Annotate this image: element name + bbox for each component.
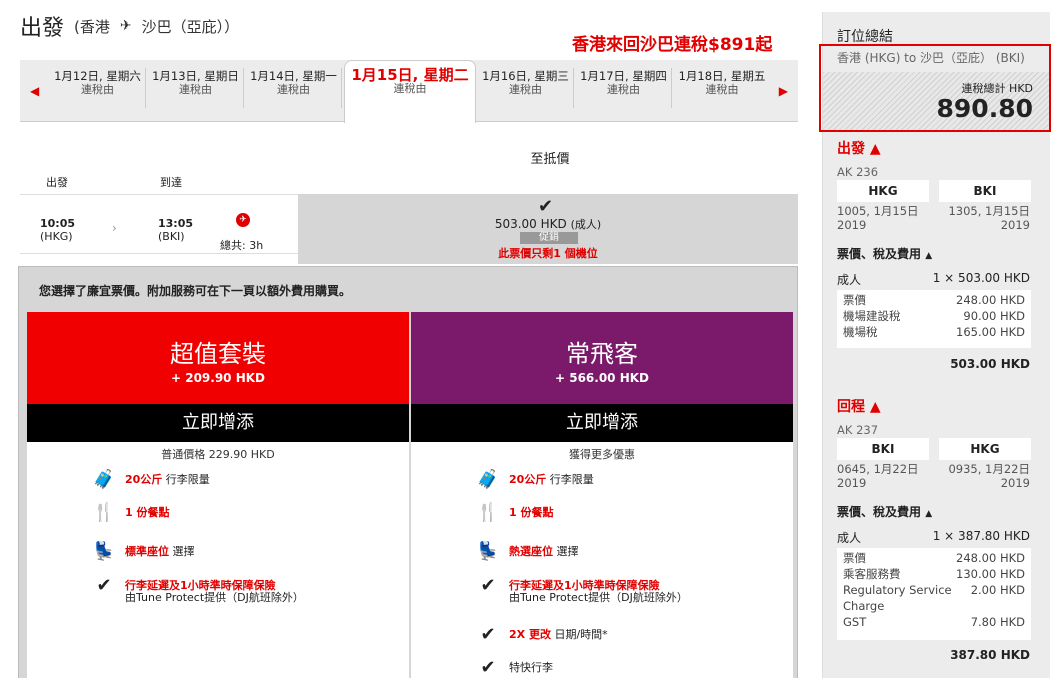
next-arrow-icon[interactable]: ▶: [779, 84, 788, 98]
outbound-fee-breakdown: 票價 248.00 HKD 機場建設稅 90.00 HKD 機場稅 165.00 HK…: [837, 290, 1031, 348]
upsell-note: 您選擇了廉宜票價。附加服務可在下一頁以額外費用購買。: [39, 284, 352, 298]
outbound-arrive: 1305, 1月15日 2019: [948, 204, 1030, 232]
return-arrive: 0935, 1月22日 2019: [948, 462, 1030, 490]
date-tab[interactable]: 1月18日, 星期五 連稅由: [674, 68, 770, 108]
frequent-flyer-benefit: 獲得更多優惠: [569, 448, 635, 461]
date-tab[interactable]: 1月17日, 星期四 連稅由: [576, 68, 672, 108]
outbound-toggle[interactable]: 出發 ▲: [837, 138, 881, 158]
cutlery-icon: 🍴: [476, 502, 500, 523]
return-fees-toggle[interactable]: 票價、稅及費用 ▲: [837, 503, 1030, 520]
check-icon: ✔: [480, 657, 496, 678]
fare-column-header: 至抵價: [530, 152, 570, 167]
duration: 總共: 3h: [220, 239, 264, 252]
value-pack-card: 超值套裝 + 209.90 HKD 立即增添 普通價格 229.90 HKD 🧳…: [27, 312, 409, 678]
caret-up-icon: ▲: [869, 399, 881, 415]
arrive-label: 到達: [160, 176, 182, 189]
depart-label: 出發: [46, 176, 68, 189]
summary-title: 訂位總結: [837, 29, 893, 45]
chevron-right-icon: ›: [112, 221, 117, 235]
return-flight-number: AK 237: [837, 423, 879, 437]
value-pack-add-button[interactable]: 立即增添: [27, 404, 409, 442]
caret-up-icon: ▲: [869, 141, 881, 157]
return-subtotal: 387.80 HKD: [950, 648, 1030, 662]
plane-icon: ✈: [119, 18, 132, 34]
airline-icon: ✈: [236, 213, 250, 227]
outbound-fees-toggle[interactable]: 票價、稅及費用 ▲: [837, 245, 1030, 262]
caret-up-icon: ▲: [925, 509, 933, 519]
date-tab[interactable]: 1月16日, 星期三 連稅由: [478, 68, 574, 108]
date-strip: ◀ 1月12日, 星期六 連稅由 1月13日, 星期日 連稅由 1月14日, 星期一…: [20, 60, 798, 123]
fare-option-selected[interactable]: ✔ 503.00 HKD (成人) 促銷 此票價只剩1 個機位: [298, 194, 798, 264]
promo-tag: 促銷: [520, 232, 578, 244]
origin: (香港: [74, 17, 110, 36]
outbound-flight-number: AK 236: [837, 165, 879, 179]
fare-price: 503.00 HKD (成人): [494, 217, 602, 231]
outbound-adult-line: 成人 1 × 503.00 HKD: [837, 271, 1030, 287]
seat-icon: 💺: [92, 541, 116, 562]
date-tab-selected[interactable]: 1月15日, 星期二 連稅由: [344, 60, 476, 123]
check-icon: ✔: [480, 624, 496, 645]
promo-banner: 香港來回沙巴連稅$891起: [572, 35, 773, 55]
page-title: 出發: [20, 16, 65, 41]
upsell-panel: 您選擇了廉宜票價。附加服務可在下一頁以額外費用購買。 超值套裝 + 209.90…: [18, 266, 798, 678]
return-fee-breakdown: 票價 248.00 HKD 乘客服務費 130.00 HKD Regulatory …: [837, 548, 1031, 640]
date-tab[interactable]: 1月12日, 星期六 連稅由: [50, 68, 146, 108]
total-highlight-box: [819, 44, 1051, 132]
date-tab[interactable]: 1月13日, 星期日 連稅由: [148, 68, 244, 108]
frequent-flyer-card: 常飛客 + 566.00 HKD 立即增添 獲得更多優惠 🧳 20公斤 行李限量 …: [411, 312, 793, 678]
caret-up-icon: ▲: [925, 251, 933, 261]
seats-left: 此票價只剩1 個機位: [498, 247, 598, 260]
arrive-time: 13:05 (BKI): [158, 217, 194, 243]
page-header: 出發 (香港 ✈ 沙巴（亞庇））: [20, 10, 239, 42]
outbound-subtotal: 503.00 HKD: [950, 357, 1030, 371]
luggage-icon: 🧳: [476, 469, 500, 490]
seat-icon: 💺: [476, 541, 500, 562]
value-pack-header: 超值套裝 + 209.90 HKD: [27, 312, 409, 404]
flight-row: 10:05 (HKG) › 13:05 (BKI) ✈ 總共: 3h: [20, 194, 298, 254]
check-icon: ✔: [480, 575, 496, 596]
depart-time: 10:05 (HKG): [40, 217, 76, 243]
outbound-depart: 1005, 1月15日 2019: [837, 204, 919, 232]
value-pack-regular-price: 普通價格 229.90 HKD: [161, 448, 275, 461]
destination: 沙巴（亞庇））: [141, 17, 240, 36]
cutlery-icon: 🍴: [92, 502, 116, 523]
return-adult-line: 成人 1 × 387.80 HKD: [837, 529, 1030, 545]
return-route: BKI HKG: [837, 438, 1031, 460]
prev-arrow-icon[interactable]: ◀: [30, 84, 39, 98]
return-depart: 0645, 1月22日 2019: [837, 462, 919, 490]
check-icon: ✔: [538, 196, 554, 217]
frequent-flyer-add-button[interactable]: 立即增添: [411, 404, 793, 442]
luggage-icon: 🧳: [92, 469, 116, 490]
route-summary: (香港 ✈ 沙巴（亞庇））: [74, 16, 239, 37]
return-toggle[interactable]: 回程 ▲: [837, 396, 881, 416]
frequent-flyer-header: 常飛客 + 566.00 HKD: [411, 312, 793, 404]
check-icon: ✔: [96, 575, 112, 596]
outbound-route: HKG BKI: [837, 180, 1031, 202]
date-tab[interactable]: 1月14日, 星期一 連稅由: [246, 68, 342, 108]
